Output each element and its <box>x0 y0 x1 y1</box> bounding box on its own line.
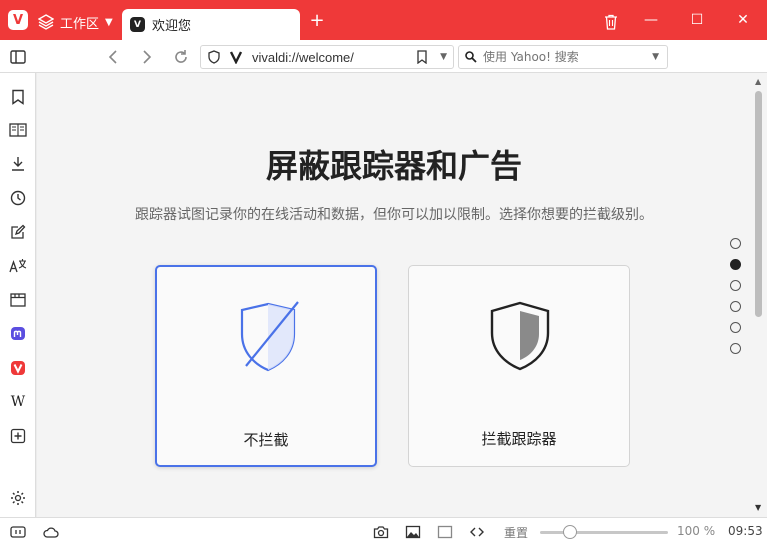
wikipedia-panel-button[interactable]: W <box>9 393 27 411</box>
back-icon[interactable] <box>104 48 122 66</box>
notes-panel-button[interactable] <box>9 223 27 241</box>
tab-welcome[interactable]: V 欢迎您 <box>122 9 300 40</box>
shield-slash-icon <box>240 301 299 372</box>
vivaldi-icon <box>11 361 25 375</box>
downloads-icon <box>12 157 24 171</box>
search-icon <box>465 51 477 63</box>
scroll-down-icon[interactable]: ▼ <box>755 503 761 512</box>
trash-icon[interactable] <box>604 14 618 30</box>
reading-list-icon <box>9 123 27 137</box>
window-icon <box>10 293 26 307</box>
image-icon[interactable] <box>405 524 421 540</box>
page-dot-5[interactable] <box>730 322 741 333</box>
window-panel-button[interactable] <box>9 291 27 309</box>
vivaldi-panel-button[interactable] <box>9 359 27 377</box>
translate-panel-button[interactable] <box>9 257 27 275</box>
zoom-slider-knob[interactable] <box>562 525 577 539</box>
page-dot-3[interactable] <box>730 280 741 291</box>
add-panel-icon <box>10 428 26 444</box>
page-title: 屏蔽跟踪器和广告 <box>265 147 522 185</box>
shield-icon[interactable] <box>207 50 221 64</box>
chevron-down-icon[interactable]: ▼ <box>440 52 447 62</box>
bookmark-icon[interactable] <box>416 50 428 64</box>
page-dot-1[interactable] <box>730 238 741 249</box>
minimize-button[interactable]: — <box>636 8 666 32</box>
vivaldi-menu-button[interactable]: V <box>8 10 28 30</box>
page-subtitle: 跟踪器试图记录你的在线活动和数据，但你可以加以限制。选择你想要的拦截级别。 <box>135 207 653 223</box>
reading-list-panel-button[interactable] <box>9 121 27 139</box>
page-dot-2[interactable] <box>730 259 741 270</box>
camera-icon[interactable] <box>373 524 389 540</box>
vivaldi-badge-icon <box>229 51 243 64</box>
url-field[interactable]: vivaldi://welcome/ ▼ <box>200 45 454 69</box>
search-input[interactable] <box>483 50 653 64</box>
workspace-label: 工作区 <box>60 16 100 32</box>
scrollbar[interactable]: ▲ ▼ <box>751 73 767 517</box>
chevron-down-icon: ▼ <box>105 16 113 28</box>
mastodon-icon <box>11 327 25 340</box>
tab-title: 欢迎您 <box>152 19 192 34</box>
vivaldi-favicon-icon: V <box>130 17 145 32</box>
reload-icon[interactable] <box>172 48 190 66</box>
code-icon[interactable] <box>469 524 485 540</box>
option-no-blocking[interactable]: 不拦截 <box>155 265 377 467</box>
downloads-panel-button[interactable] <box>9 155 27 173</box>
history-icon <box>10 190 26 206</box>
chevron-down-icon[interactable]: ▼ <box>652 52 659 62</box>
address-toolbar: vivaldi://welcome/ ▼ ▼ <box>0 40 767 108</box>
shield-icon <box>490 301 550 371</box>
title-bar: V 工作区 ▼ V 欢迎您 + — ☐ ✕ <box>0 0 767 40</box>
zoom-level: 100 % <box>677 524 716 538</box>
settings-button[interactable] <box>9 489 27 507</box>
bookmarks-icon <box>12 89 24 105</box>
translate-icon <box>9 259 27 273</box>
welcome-page: 屏蔽跟踪器和广告 跟踪器试图记录你的在线活动和数据，但你可以加以限制。选择你想要… <box>37 73 751 517</box>
zoom-reset-button[interactable]: 重置 <box>504 524 528 541</box>
panel-toggle-icon[interactable] <box>10 524 26 540</box>
forward-icon[interactable] <box>138 48 156 66</box>
page-dot-6[interactable] <box>730 343 741 354</box>
cloud-sync-icon[interactable] <box>43 524 59 540</box>
scrollbar-thumb[interactable] <box>755 91 762 317</box>
option-label: 拦截跟踪器 <box>481 430 557 448</box>
page-tiling-icon[interactable] <box>437 524 453 540</box>
settings-icon <box>11 491 25 505</box>
wikipedia-icon: W <box>10 394 26 410</box>
scroll-up-icon[interactable]: ▲ <box>755 77 761 86</box>
status-bar: 重置 100 % 09:53 <box>0 517 767 545</box>
zoom-slider[interactable] <box>540 525 668 539</box>
search-field[interactable]: ▼ <box>458 45 668 69</box>
url-text[interactable]: vivaldi://welcome/ <box>252 50 416 65</box>
option-block-trackers[interactable]: 拦截跟踪器 <box>408 265 630 467</box>
history-panel-button[interactable] <box>9 189 27 207</box>
option-label: 不拦截 <box>243 431 289 449</box>
page-dot-4[interactable] <box>730 301 741 312</box>
workspace-button[interactable]: 工作区 ▼ <box>38 10 113 34</box>
clock-time: 09:53 <box>728 524 763 538</box>
maximize-button[interactable]: ☐ <box>682 8 712 32</box>
add-panel-button[interactable] <box>9 427 27 445</box>
mastodon-panel-button[interactable] <box>9 325 27 343</box>
panel-toggle-icon[interactable] <box>9 48 27 66</box>
layers-icon <box>38 14 54 30</box>
notes-icon <box>11 224 26 239</box>
close-button[interactable]: ✕ <box>728 8 758 32</box>
side-panel: W <box>0 73 36 517</box>
bookmarks-panel-button[interactable] <box>9 88 27 106</box>
new-tab-button[interactable]: + <box>308 12 326 30</box>
